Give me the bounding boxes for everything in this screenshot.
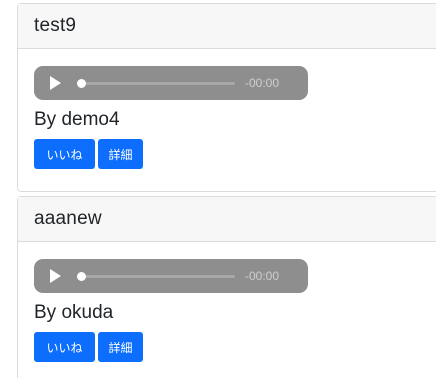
- post-card: aaanew -00:00 By okuda いいね 詳細: [17, 196, 436, 378]
- post-actions: いいね 詳細: [34, 332, 436, 362]
- card-body: -00:00 By okuda いいね 詳細: [18, 242, 436, 362]
- play-icon[interactable]: [50, 269, 61, 283]
- detail-button[interactable]: 詳細: [98, 139, 143, 169]
- audio-progress-bar[interactable]: [77, 271, 235, 281]
- post-author: By okuda: [34, 302, 114, 323]
- card-body: -00:00 By demo4 いいね 詳細: [18, 49, 436, 169]
- audio-scrubber-knob[interactable]: [77, 271, 86, 281]
- page: test9 -00:00 By demo4 いいね 詳細 aaanew -00:…: [0, 0, 436, 378]
- card-header: aaanew: [18, 197, 436, 242]
- audio-progress-bar[interactable]: [77, 78, 235, 88]
- detail-button[interactable]: 詳細: [98, 332, 143, 362]
- card-header: test9: [18, 4, 436, 49]
- audio-time-remaining: -00:00: [245, 269, 280, 283]
- audio-player[interactable]: -00:00: [34, 66, 308, 100]
- post-actions: いいね 詳細: [34, 139, 436, 169]
- post-title: aaanew: [34, 208, 102, 229]
- audio-time-remaining: -00:00: [245, 76, 280, 90]
- like-button[interactable]: いいね: [34, 332, 95, 362]
- post-card: test9 -00:00 By demo4 いいね 詳細: [17, 3, 436, 192]
- post-title: test9: [34, 15, 77, 36]
- post-author: By demo4: [34, 109, 120, 130]
- play-icon[interactable]: [50, 76, 61, 90]
- like-button[interactable]: いいね: [34, 139, 95, 169]
- audio-scrubber-knob[interactable]: [77, 78, 86, 88]
- audio-player[interactable]: -00:00: [34, 259, 308, 293]
